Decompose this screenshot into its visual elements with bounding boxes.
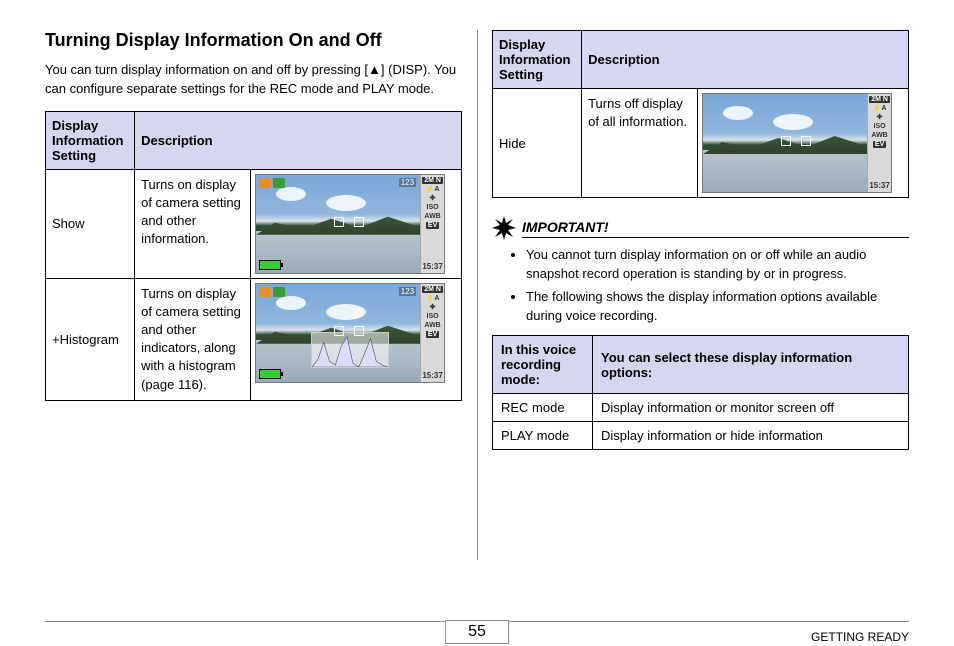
camera-preview-hide: 2M N ⚡A ✚ ISO AWB EV 15:37 (702, 93, 892, 193)
battery-icon (259, 369, 281, 379)
t1-r0-label: Show (46, 169, 135, 278)
table-row: Show Turns on display of camera setting … (46, 169, 462, 278)
important-heading: IMPORTANT! (492, 216, 909, 240)
settings-table-2: Display Information Setting Description … (492, 30, 909, 198)
t1-r0-image: 123 2M N ⚡A ✚ ISO AWB EV 15:37 (251, 169, 462, 278)
table-row: +Histogram Turns on display of camera se… (46, 278, 462, 400)
vt-r0-mode: REC mode (493, 394, 593, 422)
info-sidebar: 2M N ⚡A ✚ ISO AWB EV 15:37 (867, 94, 891, 192)
important-notes: You cannot turn display information on o… (492, 246, 909, 325)
vt-r0-opts: Display information or monitor screen of… (593, 394, 909, 422)
table-row: Hide Turns off display of all informatio… (493, 89, 909, 198)
intro-a: You can turn display information on and … (45, 62, 368, 77)
t2-r0-desc: Turns off display of all information. (582, 89, 698, 198)
up-triangle-icon: ▲ (368, 62, 381, 77)
right-column: Display Information Setting Description … (492, 30, 909, 540)
t1-head-desc: Description (135, 111, 462, 169)
info-sidebar: 2M N ⚡A ✚ ISO AWB EV 15:37 (420, 284, 444, 382)
section-label: GETTING READY (811, 630, 909, 644)
t2-r0-label: Hide (493, 89, 582, 198)
vt-head-mode: In this voice recording mode: (493, 336, 593, 394)
t1-r1-label: +Histogram (46, 278, 135, 400)
left-column: Turning Display Information On and Off Y… (45, 30, 462, 540)
table-row: REC mode Display information or monitor … (493, 394, 909, 422)
table-row: PLAY mode Display information or hide in… (493, 422, 909, 450)
vt-r1-opts: Display information or hide information (593, 422, 909, 450)
burst-icon (492, 216, 516, 240)
intro-text: You can turn display information on and … (45, 61, 462, 99)
histogram-overlay (311, 332, 389, 368)
t1-head-setting: Display Information Setting (46, 111, 135, 169)
t2-head-setting: Display Information Setting (493, 31, 582, 89)
note-item: The following shows the display informat… (526, 288, 909, 326)
page-title: Turning Display Information On and Off (45, 30, 462, 51)
t1-r1-image: 123 2M N ⚡A ✚ ISO (251, 278, 462, 400)
battery-icon (259, 260, 281, 270)
page-number: 55 (445, 620, 509, 644)
settings-table-1: Display Information Setting Description … (45, 111, 462, 401)
shot-count: 123 (399, 178, 416, 187)
important-label: IMPORTANT! (522, 219, 909, 238)
note-item: You cannot turn display information on o… (526, 246, 909, 284)
column-divider (477, 30, 478, 560)
t2-r0-image: 2M N ⚡A ✚ ISO AWB EV 15:37 (698, 89, 909, 198)
vt-head-opts: You can select these display information… (593, 336, 909, 394)
t1-r1-desc: Turns on display of camera setting and o… (135, 278, 251, 400)
camera-preview-show: 123 2M N ⚡A ✚ ISO AWB EV 15:37 (255, 174, 445, 274)
t1-r0-desc: Turns on display of camera setting and o… (135, 169, 251, 278)
info-sidebar: 2M N ⚡A ✚ ISO AWB EV 15:37 (420, 175, 444, 273)
voice-recording-table: In this voice recording mode: You can se… (492, 335, 909, 450)
vt-r1-mode: PLAY mode (493, 422, 593, 450)
t2-head-desc: Description (582, 31, 909, 89)
time-label: 15:37 (422, 263, 442, 271)
camera-preview-histogram: 123 2M N ⚡A ✚ ISO (255, 283, 445, 383)
page-footer: 55 GETTING READY (45, 621, 909, 628)
